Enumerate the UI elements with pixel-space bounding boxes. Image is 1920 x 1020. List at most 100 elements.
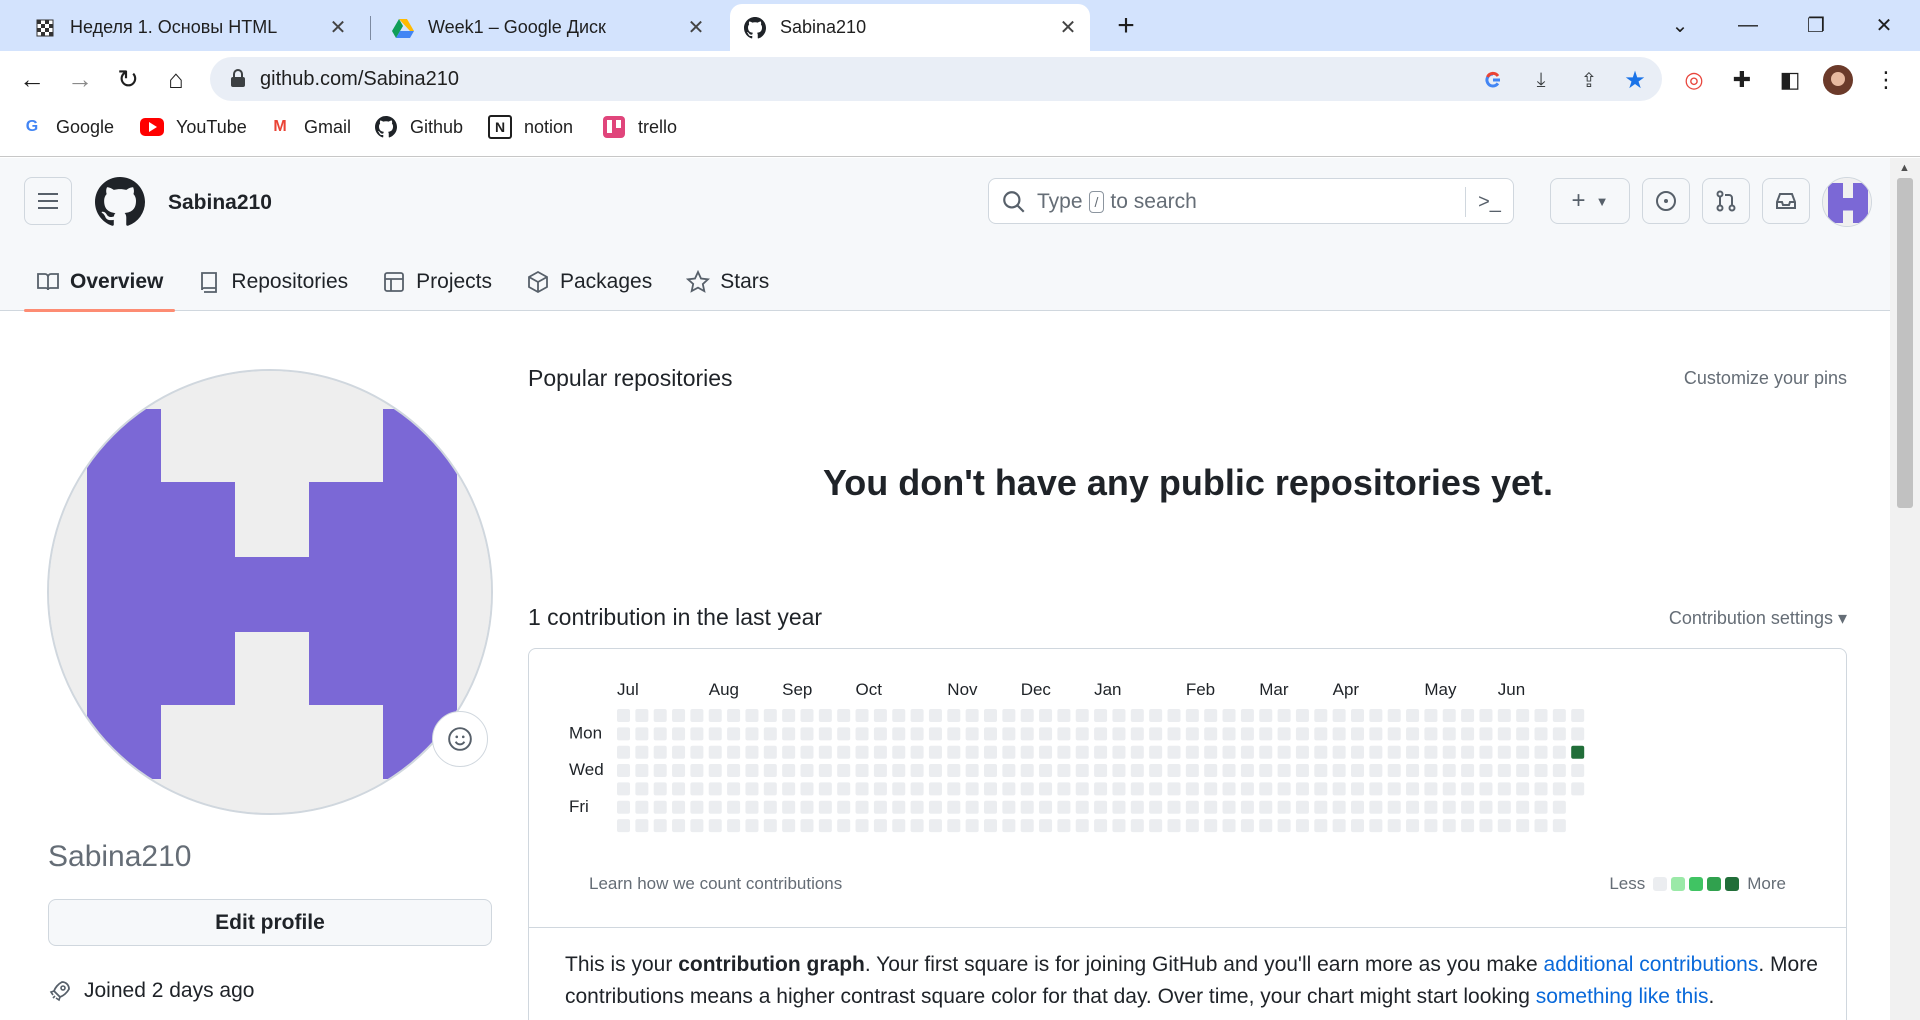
contribution-day[interactable] — [928, 764, 942, 778]
contribution-day[interactable] — [635, 709, 649, 722]
contribution-day[interactable] — [1442, 709, 1456, 722]
contribution-day[interactable] — [1534, 782, 1548, 796]
contribution-day[interactable] — [800, 764, 814, 778]
contribution-day[interactable] — [672, 782, 686, 796]
contribution-day[interactable] — [910, 727, 924, 741]
contribution-day[interactable] — [1204, 764, 1218, 778]
contribution-day[interactable] — [1185, 782, 1199, 796]
contribution-day[interactable] — [1222, 782, 1236, 796]
contribution-day[interactable] — [947, 764, 961, 778]
contribution-day[interactable] — [1020, 709, 1034, 722]
contribution-day[interactable] — [1112, 764, 1126, 778]
contribution-day[interactable] — [1204, 782, 1218, 796]
contribution-day[interactable] — [1516, 745, 1530, 759]
contribution-day[interactable] — [617, 764, 630, 778]
create-new-button[interactable]: + ▼ — [1550, 178, 1630, 224]
contribution-day[interactable] — [617, 782, 630, 796]
contribution-day[interactable] — [1406, 800, 1420, 814]
contribution-day[interactable] — [1534, 745, 1548, 759]
contribution-day[interactable] — [873, 745, 887, 759]
contribution-day[interactable] — [708, 727, 722, 741]
contribution-day[interactable] — [1461, 782, 1475, 796]
contribution-day[interactable] — [1497, 727, 1511, 741]
contribution-day[interactable] — [763, 800, 777, 814]
contribution-day[interactable] — [1277, 800, 1291, 814]
contribution-day[interactable] — [708, 709, 722, 722]
contribution-day[interactable] — [837, 727, 851, 741]
share-icon[interactable]: ⇪ — [1574, 65, 1604, 95]
contribution-day[interactable] — [1351, 782, 1364, 796]
contribution-day[interactable] — [745, 782, 759, 796]
contribution-day[interactable] — [1516, 819, 1530, 833]
contribution-day[interactable] — [1130, 709, 1144, 722]
contribution-day[interactable] — [653, 800, 667, 814]
contribution-day[interactable] — [782, 782, 796, 796]
contribution-day[interactable] — [1571, 727, 1585, 741]
back-icon[interactable]: ← — [14, 61, 50, 97]
contribution-day[interactable] — [1552, 800, 1566, 814]
contribution-day[interactable] — [1094, 782, 1108, 796]
contribution-day[interactable] — [690, 800, 704, 814]
contribution-day[interactable] — [1424, 764, 1438, 778]
contribution-day[interactable] — [1167, 745, 1181, 759]
contribution-day[interactable] — [1057, 800, 1071, 814]
contribution-day[interactable] — [837, 709, 851, 722]
contribution-day[interactable] — [1002, 764, 1016, 778]
contribution-day[interactable] — [1387, 819, 1401, 833]
contribution-day[interactable] — [1075, 764, 1089, 778]
contribution-day[interactable] — [1039, 709, 1053, 722]
contribution-day[interactable] — [745, 745, 759, 759]
contribution-day[interactable] — [1185, 709, 1199, 722]
contribution-day[interactable] — [873, 764, 887, 778]
contribution-day[interactable] — [1534, 819, 1548, 833]
contribution-day[interactable] — [1406, 745, 1420, 759]
restore-icon[interactable]: ❐ — [1798, 8, 1834, 42]
side-panel-icon[interactable]: ◧ — [1774, 64, 1806, 96]
contribution-day[interactable] — [1240, 764, 1254, 778]
contribution-day[interactable] — [1442, 727, 1456, 741]
contribution-day[interactable] — [1149, 727, 1163, 741]
contribution-day[interactable] — [1094, 727, 1108, 741]
contribution-day[interactable] — [1094, 764, 1108, 778]
contribution-day[interactable] — [1424, 727, 1438, 741]
contribution-day[interactable] — [928, 709, 942, 722]
contribution-day[interactable] — [1461, 727, 1475, 741]
contribution-day[interactable] — [1424, 819, 1438, 833]
contribution-day[interactable] — [1571, 764, 1585, 778]
contribution-day[interactable] — [782, 819, 796, 833]
contribution-day[interactable] — [727, 709, 741, 722]
contribution-day[interactable] — [690, 745, 704, 759]
contribution-day[interactable] — [1314, 764, 1328, 778]
contribution-day[interactable] — [1516, 727, 1530, 741]
contribution-day[interactable] — [1516, 709, 1530, 722]
bookmark-google[interactable]: G Google — [20, 115, 114, 139]
contribution-day[interactable] — [1112, 800, 1126, 814]
contribution-day[interactable] — [1020, 745, 1034, 759]
contribution-day[interactable] — [653, 727, 667, 741]
contribution-day[interactable] — [1167, 727, 1181, 741]
close-tab-icon[interactable]: ✕ — [684, 16, 708, 40]
contribution-day[interactable] — [1167, 782, 1181, 796]
contribution-day[interactable] — [818, 800, 832, 814]
contribution-day[interactable] — [1442, 782, 1456, 796]
contribution-day[interactable] — [727, 800, 741, 814]
contribution-day[interactable] — [1332, 800, 1346, 814]
contribution-day[interactable] — [947, 800, 961, 814]
contribution-day[interactable] — [1369, 782, 1383, 796]
bookmark-notion[interactable]: N notion — [488, 115, 573, 139]
contribution-day[interactable] — [800, 800, 814, 814]
contribution-day[interactable] — [1552, 709, 1566, 722]
contribution-day[interactable] — [1369, 709, 1383, 722]
contribution-day[interactable] — [635, 727, 649, 741]
bookmark-star-icon[interactable]: ★ — [1620, 65, 1650, 95]
contribution-day[interactable] — [873, 727, 887, 741]
contribution-day[interactable] — [1534, 727, 1548, 741]
contribution-day[interactable] — [892, 819, 906, 833]
contribution-day[interactable] — [690, 727, 704, 741]
contribution-day[interactable] — [708, 764, 722, 778]
contribution-day[interactable] — [1020, 819, 1034, 833]
contribution-day[interactable] — [984, 764, 997, 778]
close-window-icon[interactable]: ✕ — [1866, 8, 1902, 42]
contribution-day[interactable] — [1039, 782, 1053, 796]
contribution-day[interactable] — [1552, 745, 1566, 759]
